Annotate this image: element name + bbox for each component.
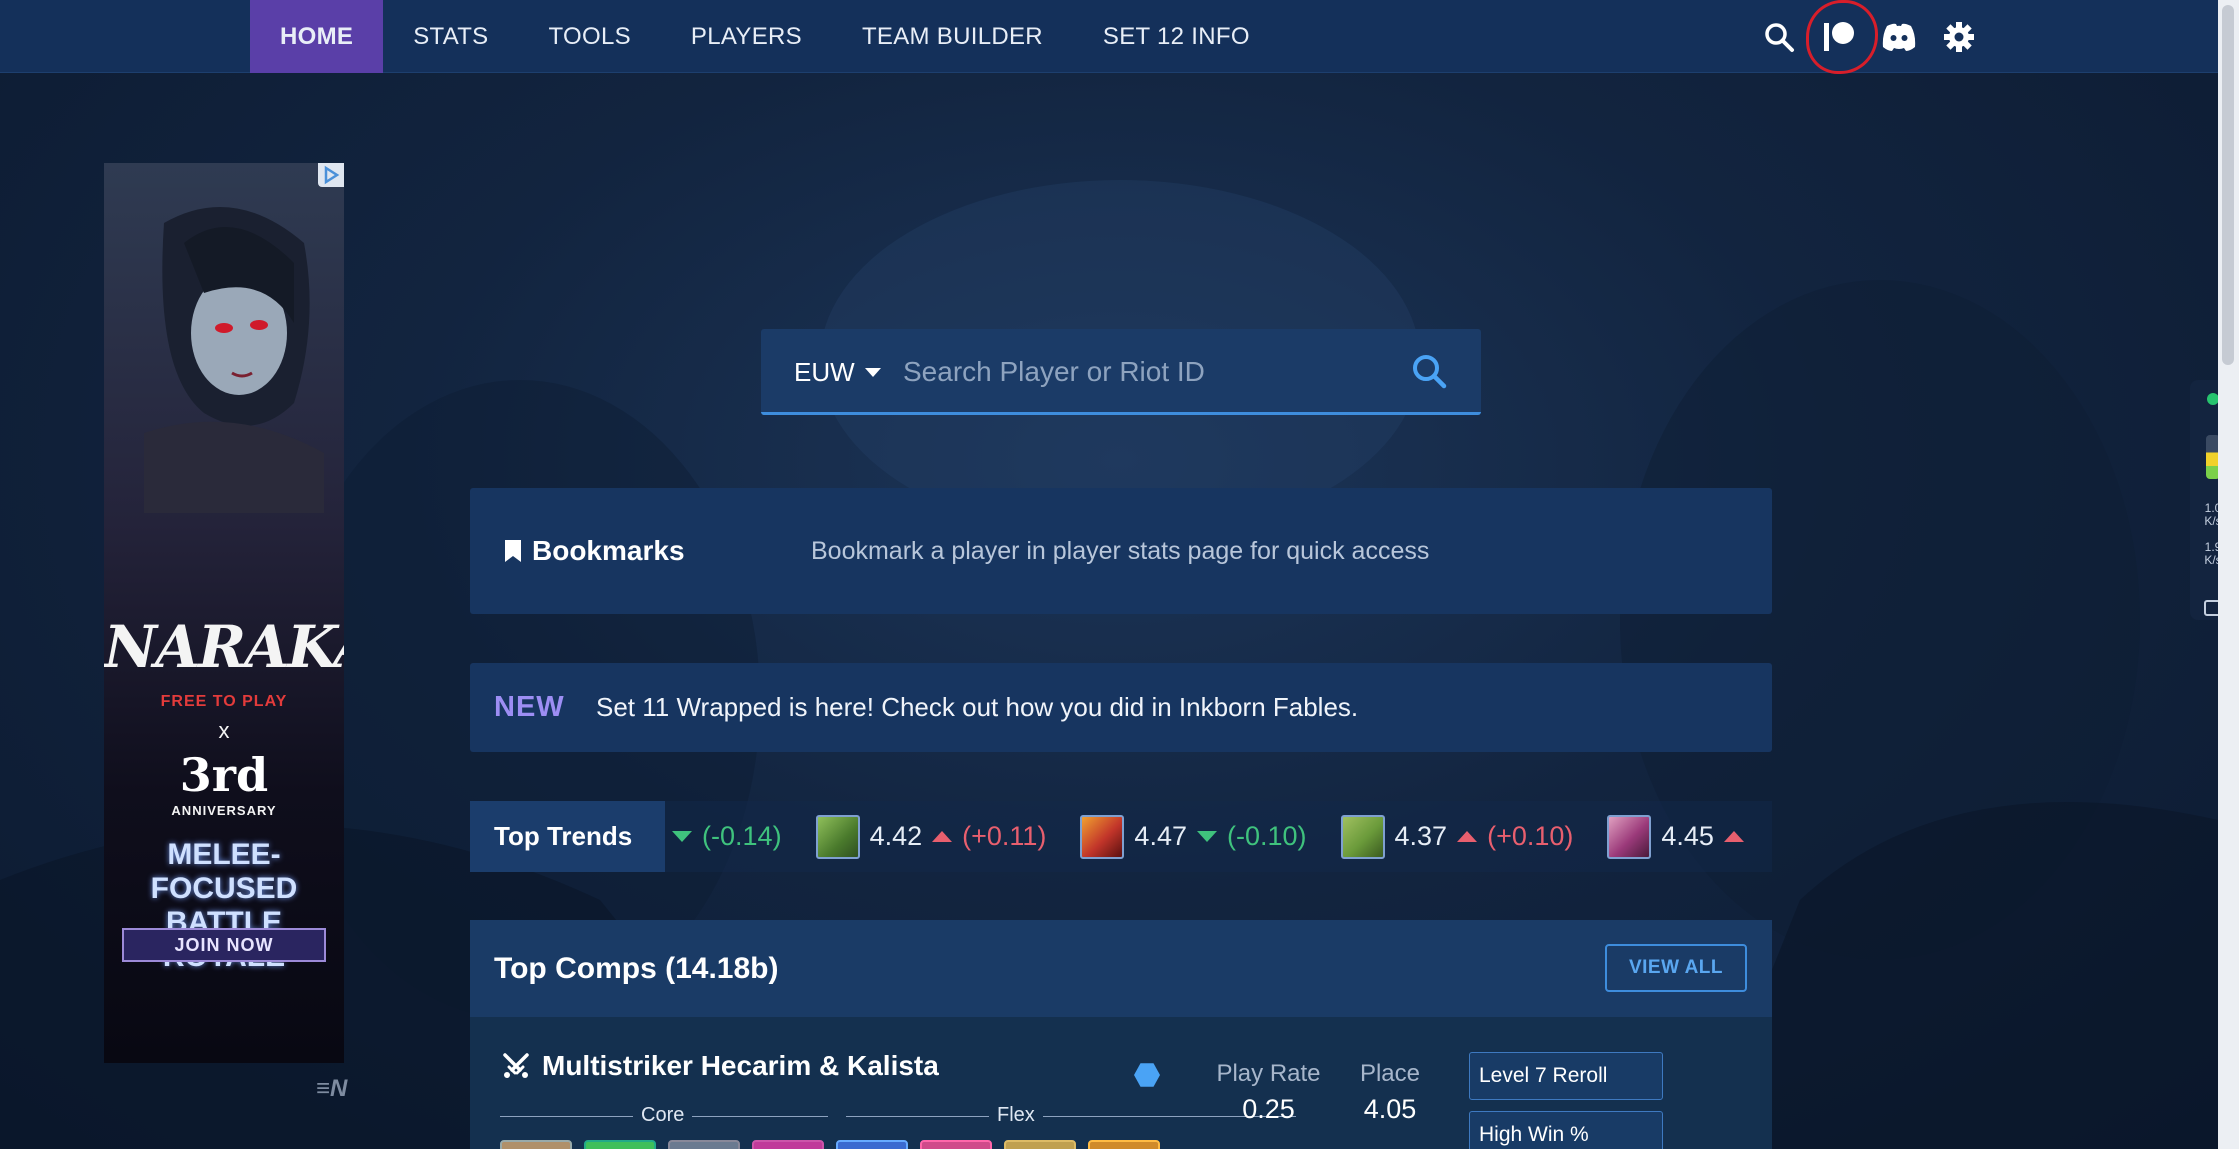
unit-icon[interactable] <box>1088 1140 1160 1149</box>
region-value: EUW <box>794 356 855 387</box>
trend-delta: (+0.11) <box>962 821 1047 851</box>
nav-item-set-12-info[interactable]: SET 12 INFO <box>1073 0 1280 73</box>
ad-game-title: NARAKA <box>104 613 344 681</box>
crossed-swords-icon <box>503 1053 529 1078</box>
place-label: Place <box>1359 1060 1421 1087</box>
trend-delta: (-0.14) <box>702 821 782 851</box>
core-label: Core <box>633 1104 693 1127</box>
arrow-up-icon <box>1457 831 1478 842</box>
play-rate-label: Play Rate <box>1216 1060 1321 1087</box>
ad-anniversary: ANNIVERSARY <box>171 803 277 818</box>
place-stat: Place 4.05 <box>1350 1060 1430 1125</box>
unit-icon[interactable] <box>584 1140 656 1149</box>
unit-icon[interactable] <box>836 1140 908 1149</box>
top-comps-panel: Top Comps (14.18b) VIEW ALL Multistriker… <box>470 920 1772 1149</box>
view-all-button[interactable]: VIEW ALL <box>1605 944 1747 992</box>
ad-free-to-play: FREE TO PLAY <box>160 693 288 710</box>
ad-join-now-button[interactable]: JOIN NOW <box>122 928 326 962</box>
trend-item[interactable]: 4.42 (+0.11) <box>815 814 1047 859</box>
discord-icon[interactable] <box>1880 18 1918 56</box>
comp-tag-level-7-reroll[interactable]: Level 7 Reroll <box>1469 1052 1663 1100</box>
trend-value: 4.47 <box>1134 821 1187 851</box>
comp-name-text: Multistriker Hecarim & Kalista <box>542 1050 939 1081</box>
search-icon[interactable] <box>1760 18 1798 56</box>
top-comps-title: Top Comps (14.18b) <box>494 951 779 985</box>
region-select[interactable]: EUW <box>794 329 881 415</box>
gear-icon[interactable] <box>1940 18 1978 56</box>
news-text[interactable]: Set 11 Wrapped is here! Check out how yo… <box>596 663 1358 752</box>
ad-x: x <box>218 718 230 743</box>
advertisement-banner[interactable]: NARAKA FREE TO PLAY x 3rd ANNIVERSARY ME… <box>104 163 344 1063</box>
player-search-bar: EUW <box>761 329 1481 415</box>
top-navbar: HOME STATS TOOLS PLAYERS TEAM BUILDER SE… <box>0 0 2218 74</box>
nav-icons <box>1760 0 1978 74</box>
nav-menu: HOME STATS TOOLS PLAYERS TEAM BUILDER SE… <box>250 0 1280 73</box>
comp-title[interactable]: Multistriker Hecarim & Kalista <box>502 1050 939 1082</box>
trend-delta: (-0.10) <box>1226 821 1307 851</box>
news-tag: NEW <box>494 691 565 723</box>
play-rate-value: 0.25 <box>1242 1094 1295 1124</box>
bookmark-icon <box>505 540 521 562</box>
top-trends-ticker: Top Trends 2 (-0.14) 4.42 (+0.11) 4.47 (… <box>470 801 1772 872</box>
champion-icon <box>1340 814 1385 859</box>
search-icon[interactable] <box>1409 351 1451 393</box>
comp-tag-high-win-rate[interactable]: High Win % <box>1469 1111 1663 1149</box>
trend-value: 4.42 <box>869 821 923 851</box>
trend-item[interactable]: 4.47 (-0.10) <box>1080 814 1307 859</box>
unit-icon[interactable] <box>500 1140 572 1149</box>
ad-tagline-1: MELEE-FOCUSED <box>150 838 298 905</box>
nav-item-stats[interactable]: STATS <box>383 0 518 73</box>
trend-item[interactable]: 4.37 (+0.10) <box>1340 814 1574 859</box>
arrow-up-icon <box>932 831 953 842</box>
scrollbar-thumb[interactable] <box>2222 5 2234 365</box>
flex-label: Flex <box>989 1104 1043 1127</box>
ad-network-logo: ≡N <box>316 1075 348 1102</box>
nav-item-players[interactable]: PLAYERS <box>661 0 832 73</box>
arrow-down-icon <box>1196 831 1217 842</box>
top-comps-header: Top Comps (14.18b) VIEW ALL <box>470 920 1772 1017</box>
hexagon-icon <box>1134 1063 1160 1087</box>
unit-icon[interactable] <box>920 1140 992 1149</box>
champion-icon <box>1080 814 1125 859</box>
bookmarks-panel: Bookmarks Bookmark a player in player st… <box>470 488 1772 614</box>
nav-item-tools[interactable]: TOOLS <box>518 0 660 73</box>
bookmarks-description: Bookmark a player in player stats page f… <box>811 536 1430 565</box>
unit-icon[interactable] <box>752 1140 824 1149</box>
top-trends-label: Top Trends <box>470 801 665 872</box>
ad-anniversary-number: 3rd <box>179 748 269 802</box>
trend-value: 4.45 <box>1661 821 1714 851</box>
core-divider <box>500 1116 1296 1117</box>
news-banner[interactable]: NEW Set 11 Wrapped is here! Check out ho… <box>470 663 1772 752</box>
unit-icon[interactable] <box>668 1140 740 1149</box>
unit-icon[interactable] <box>1004 1140 1076 1149</box>
nav-item-team-builder[interactable]: TEAM BUILDER <box>832 0 1073 73</box>
ad-choices-icon[interactable] <box>318 163 344 187</box>
place-value: 4.05 <box>1363 1094 1417 1124</box>
champion-icon <box>815 814 860 859</box>
arrow-up-icon <box>1723 831 1744 842</box>
champion-icon <box>1607 814 1652 859</box>
patreon-icon[interactable] <box>1806 0 1878 74</box>
bookmarks-title-text: Bookmarks <box>532 535 685 566</box>
arrow-down-icon <box>672 831 693 842</box>
play-rate-stat: Play Rate 0.25 <box>1211 1060 1326 1125</box>
trend-item[interactable]: 4.45 <box>1607 814 1744 859</box>
trends-track: 2 (-0.14) 4.42 (+0.11) 4.47 (-0.10) 4.37… <box>647 801 1772 872</box>
chevron-down-icon <box>864 367 881 377</box>
trend-delta: (+0.10) <box>1487 821 1574 851</box>
search-input[interactable] <box>903 347 1383 397</box>
bookmarks-title: Bookmarks <box>504 488 685 614</box>
ad-character-art <box>144 207 324 513</box>
core-gap <box>828 1116 846 1117</box>
unit-row <box>500 1140 1160 1149</box>
trend-value: 4.37 <box>1394 821 1448 851</box>
nav-item-home[interactable]: HOME <box>250 0 384 73</box>
trend-item[interactable]: 2 (-0.14) <box>647 821 782 852</box>
